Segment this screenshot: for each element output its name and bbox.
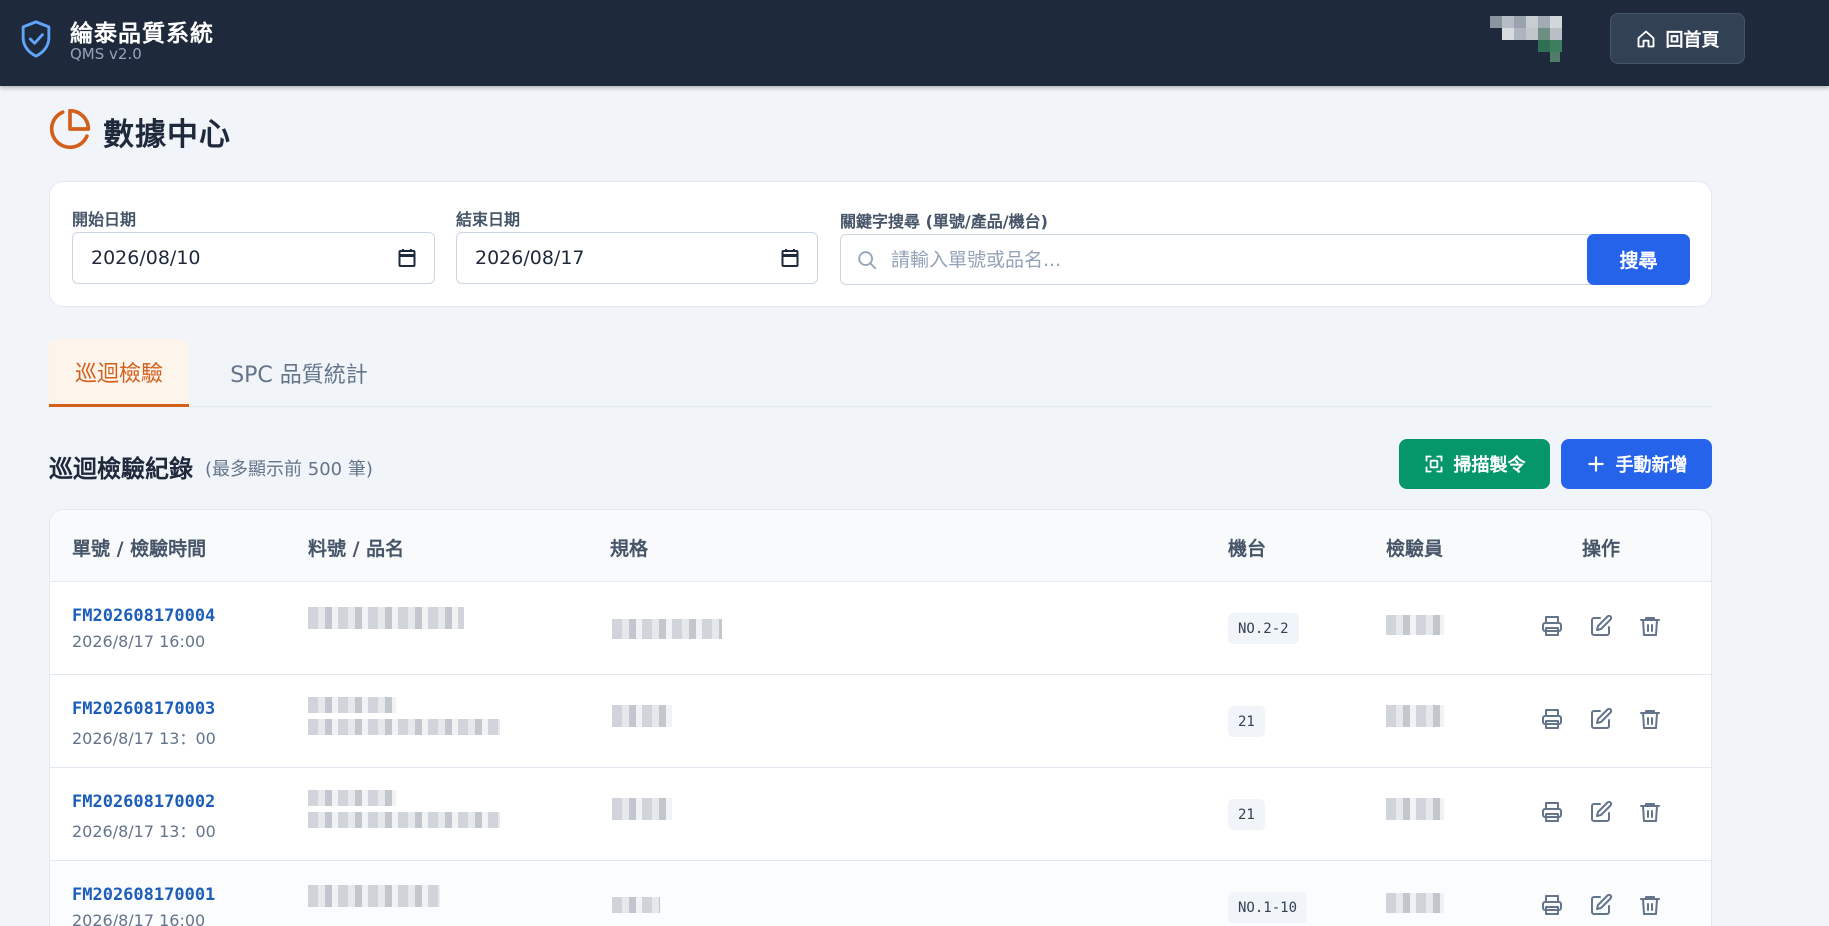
printer-icon [1542, 802, 1562, 822]
section-note: (最多顯示前 500 筆) [205, 459, 373, 480]
part-name-redacted [308, 697, 396, 713]
plus-icon [1587, 456, 1604, 472]
scan-icon [1425, 455, 1442, 473]
inspector-redacted [1386, 798, 1444, 820]
delete-button[interactable] [1638, 800, 1664, 826]
keyword-search-box[interactable] [840, 234, 1615, 285]
start-date-label: 開始日期 [72, 210, 137, 229]
table-row[interactable]: FM202608170004 2026/8/17 16:00 NO.2-2 [50, 582, 1711, 675]
start-date-value: 2026/08/10 [91, 247, 201, 269]
part-name-redacted [308, 607, 464, 629]
trash-icon [1640, 896, 1660, 915]
table-row[interactable]: FM202608170001 2026/8/17 16:00 NO.1-10 [50, 861, 1711, 926]
tab-spc-statistics[interactable]: SPC 品質統計 [209, 339, 389, 407]
calendar-icon[interactable] [781, 248, 799, 268]
inspector-redacted [1386, 705, 1444, 727]
inspection-time: 2026/8/17 16:00 [72, 911, 206, 926]
scan-button-label: 掃描製令 [1453, 455, 1526, 476]
trash-icon [1640, 710, 1660, 729]
shield-check-icon [21, 20, 51, 58]
home-button[interactable]: 回首頁 [1610, 13, 1745, 64]
end-date-input[interactable]: 2026/08/17 [456, 232, 818, 284]
scan-order-button[interactable]: 掃描製令 [1399, 439, 1550, 489]
order-number-link[interactable]: FM202608170002 [72, 792, 215, 812]
delete-button[interactable] [1638, 707, 1664, 733]
machine-badge: 21 [1228, 706, 1265, 737]
delete-button[interactable] [1638, 893, 1664, 919]
edit-button[interactable] [1589, 707, 1615, 733]
part-name-redacted [308, 719, 500, 735]
column-header-order: 單號 / 檢驗時間 [72, 538, 207, 560]
print-button[interactable] [1540, 614, 1566, 640]
printer-icon [1542, 616, 1562, 636]
search-icon [858, 251, 877, 270]
column-header-part: 料號 / 品名 [308, 538, 405, 560]
edit-icon [1591, 614, 1613, 636]
edit-icon [1591, 800, 1613, 822]
part-name-redacted [308, 790, 396, 806]
pie-chart-icon [49, 108, 91, 150]
column-header-machine: 機台 [1228, 538, 1267, 560]
add-button-label: 手動新增 [1615, 455, 1688, 476]
print-button[interactable] [1540, 893, 1566, 919]
delete-button[interactable] [1638, 614, 1664, 640]
spec-redacted [612, 705, 672, 727]
app-title: 綸泰品質系統 [70, 21, 214, 47]
home-icon [1637, 30, 1654, 47]
tab-bar: 巡迴檢驗 SPC 品質統計 [49, 339, 1712, 407]
order-number-link[interactable]: FM202608170004 [72, 606, 215, 626]
order-number-link[interactable]: FM202608170003 [72, 699, 215, 719]
filter-panel: 開始日期 2026/08/10 結束日期 2026/08/17 關鍵字搜尋 (單… [49, 181, 1712, 307]
inspection-time: 2026/8/17 13：00 [72, 729, 216, 748]
column-header-spec: 規格 [610, 538, 649, 560]
user-avatar[interactable] [1490, 16, 1562, 66]
manual-add-button[interactable]: 手動新增 [1561, 439, 1712, 489]
machine-badge: 21 [1228, 799, 1265, 830]
tab-patrol-inspection[interactable]: 巡迴檢驗 [49, 339, 189, 407]
top-navbar: 綸泰品質系統 QMS v2.0 回首頁 [0, 0, 1829, 86]
edit-icon [1591, 893, 1613, 915]
trash-icon [1640, 803, 1660, 822]
edit-button[interactable] [1589, 800, 1615, 826]
end-date-label: 結束日期 [456, 210, 521, 229]
spec-redacted [612, 619, 722, 639]
edit-button[interactable] [1589, 614, 1615, 640]
part-name-redacted [308, 885, 440, 907]
printer-icon [1542, 709, 1562, 729]
search-button[interactable]: 搜尋 [1587, 234, 1690, 285]
page-title: 數據中心 [103, 117, 231, 153]
table-header: 單號 / 檢驗時間 料號 / 品名 規格 機台 檢驗員 操作 [50, 510, 1711, 582]
edit-icon [1591, 707, 1613, 729]
home-button-label: 回首頁 [1665, 29, 1720, 51]
print-button[interactable] [1540, 800, 1566, 826]
order-number-link[interactable]: FM202608170001 [72, 885, 215, 905]
inspector-redacted [1386, 615, 1444, 635]
start-date-input[interactable]: 2026/08/10 [72, 232, 435, 284]
spec-redacted [612, 798, 672, 820]
inspection-table: 單號 / 檢驗時間 料號 / 品名 規格 機台 檢驗員 操作 FM2026081… [49, 509, 1712, 926]
edit-button[interactable] [1589, 893, 1615, 919]
inspection-time: 2026/8/17 13：00 [72, 822, 216, 841]
printer-icon [1542, 895, 1562, 915]
table-row[interactable]: FM202608170003 2026/8/17 13：00 21 [50, 675, 1711, 768]
inspector-redacted [1386, 893, 1444, 913]
column-header-inspector: 檢驗員 [1386, 538, 1444, 560]
machine-badge: NO.2-2 [1228, 613, 1299, 644]
table-row[interactable]: FM202608170002 2026/8/17 13：00 21 [50, 768, 1711, 861]
keyword-search-input[interactable] [891, 235, 1591, 284]
keyword-label: 關鍵字搜尋 (單號/產品/機台) [840, 212, 1048, 231]
spec-redacted [612, 897, 660, 913]
trash-icon [1640, 617, 1660, 636]
end-date-value: 2026/08/17 [475, 247, 585, 269]
machine-badge: NO.1-10 [1228, 892, 1308, 923]
calendar-icon[interactable] [398, 248, 416, 268]
app-version: QMS v2.0 [70, 45, 142, 63]
part-name-redacted [308, 812, 500, 828]
print-button[interactable] [1540, 707, 1566, 733]
inspection-time: 2026/8/17 16:00 [72, 632, 206, 651]
column-header-actions: 操作 [1582, 538, 1621, 560]
section-title: 巡迴檢驗紀錄 [49, 455, 193, 483]
